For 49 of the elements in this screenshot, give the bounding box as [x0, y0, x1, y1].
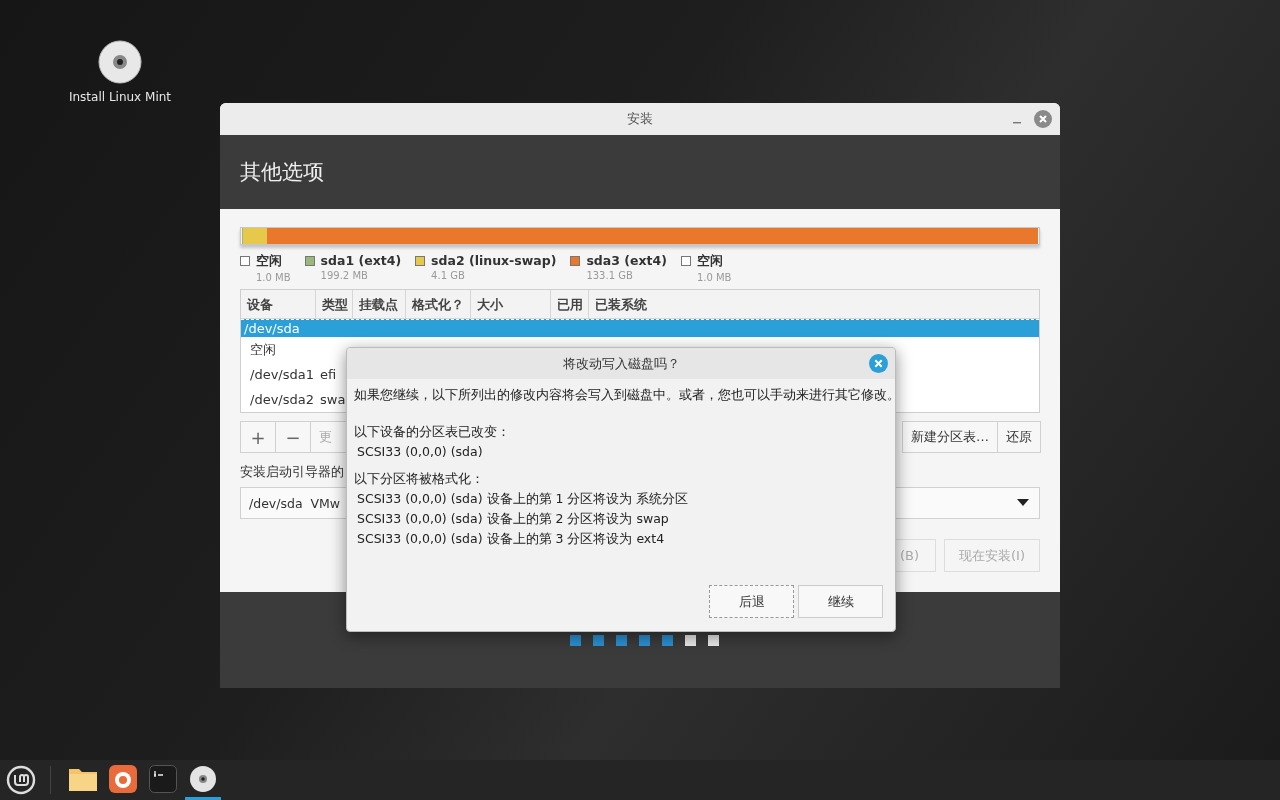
device-cell-text: /dev/sda2: [249, 392, 315, 407]
remove-button[interactable]: −: [275, 421, 311, 453]
revert-button[interactable]: 还原: [997, 421, 1041, 453]
dialog-message: 如果您继续，以下所列出的修改内容将会写入到磁盘中。或者，您也可以手动来进行其它修改。: [354, 387, 889, 404]
desktop-icon-label[interactable]: Install Linux Mint: [68, 90, 172, 104]
legend-size: 199.2 MB: [320, 270, 369, 281]
change-item: SCSI33 (0,0,0) (sda) 设备上的第 1 分区将设为 系统分区: [357, 491, 690, 508]
window-title: 安装: [627, 110, 653, 128]
device-cell-text: /dev/sda: [243, 321, 301, 336]
browser-icon: [109, 764, 137, 793]
section-heading: 以下分区将被格式化：: [354, 471, 485, 488]
column-header[interactable]: 设备: [241, 290, 316, 318]
column-header[interactable]: 类型: [316, 290, 353, 318]
legend-swatch: [680, 256, 691, 266]
change-item: SCSI33 (0,0,0) (sda) 设备上的第 3 分区将设为 ext4: [357, 531, 666, 548]
change-item: SCSI33 (0,0,0) (sda) 设备上的第 2 分区将设为 swap: [357, 511, 670, 528]
page-heading: 其他选项: [240, 159, 324, 186]
legend-size: 133.1 GB: [586, 270, 634, 281]
column-header[interactable]: 格式化？: [406, 290, 471, 318]
device-cell-text: /dev/sda1: [249, 367, 315, 382]
column-header[interactable]: 挂载点: [353, 290, 406, 318]
dialog-title: 将改动写入磁盘吗？: [562, 354, 680, 373]
legend-label: 空闲: [256, 253, 283, 270]
device-cell-text: 空闲: [249, 340, 277, 359]
column-header[interactable]: 已用: [551, 290, 589, 318]
disc-icon[interactable]: [98, 40, 142, 84]
close-icon[interactable]: [1034, 110, 1052, 128]
menu-logo-icon[interactable]: [6, 765, 36, 795]
continue-button[interactable]: 继续: [798, 585, 883, 618]
legend-label: sda3 (ext4): [586, 253, 667, 268]
disc-icon: [189, 764, 217, 793]
legend-label: sda2 (linux-swap): [431, 253, 557, 268]
dropdown-caret-icon: [1017, 499, 1029, 507]
type-cell-text: efi: [319, 367, 338, 382]
legend-label: sda1 (ext4): [320, 253, 402, 268]
column-header[interactable]: 已装系统: [589, 290, 1039, 318]
add-button[interactable]: +: [240, 421, 276, 453]
close-icon[interactable]: [869, 354, 888, 373]
legend-size: 1.0 MB: [696, 272, 732, 283]
terminal-icon: [149, 764, 177, 793]
legend-size: 4.1 GB: [431, 270, 466, 281]
legend-swatch: [240, 256, 250, 266]
legend-size: 1.0 MB: [256, 272, 291, 283]
type-cell-text: swa: [319, 392, 347, 407]
back-button[interactable]: 后退: [709, 585, 794, 618]
legend-label: 空闲: [696, 253, 724, 270]
new-partition-table-button[interactable]: 新建分区表…: [902, 421, 998, 453]
column-header[interactable]: 大小: [471, 290, 551, 318]
bootloader-label: 安装启动引导器的: [240, 463, 344, 481]
